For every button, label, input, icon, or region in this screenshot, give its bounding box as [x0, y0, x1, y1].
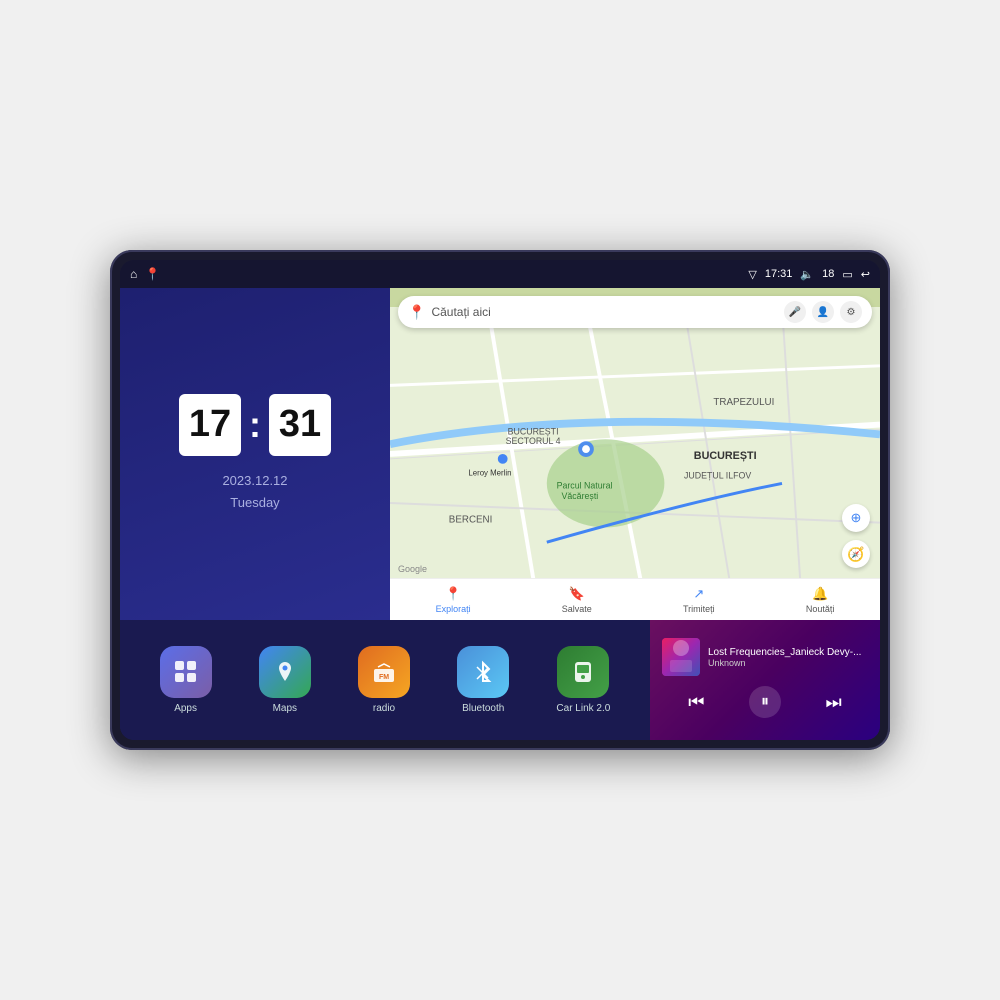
app-item-carlink[interactable]: Car Link 2.0	[556, 646, 610, 714]
top-section: 17 : 31 2023.12.12 Tuesday	[120, 288, 880, 620]
status-left-icons: ⌂ 📍	[130, 267, 160, 281]
maps-status-icon[interactable]: 📍	[145, 267, 160, 281]
clock-display: 17 : 31	[179, 394, 331, 456]
status-right-info: ▽ 17:31 🔈 18 ▭ ↩	[748, 268, 870, 281]
svg-text:BUCUREȘTI: BUCUREȘTI	[694, 450, 757, 462]
send-icon: ↗	[693, 586, 704, 602]
map-nav-explore[interactable]: 📍 Explorați	[436, 586, 471, 614]
clock-minute: 31	[269, 394, 331, 456]
map-bottom-nav: 📍 Explorați 🔖 Salvate ↗ Trimiteți 🔔	[390, 578, 880, 620]
clock-panel: 17 : 31 2023.12.12 Tuesday	[120, 288, 390, 620]
previous-button[interactable]: ⏮	[680, 686, 712, 718]
screen: ⌂ 📍 ▽ 17:31 🔈 18 ▭ ↩ 17 :	[120, 260, 880, 740]
music-panel: Lost Frequencies_Janieck Devy-... Unknow…	[650, 620, 880, 740]
play-pause-button[interactable]: ⏸	[749, 686, 781, 718]
home-icon[interactable]: ⌂	[130, 267, 137, 281]
next-button[interactable]: ⏭	[818, 686, 850, 718]
map-nav-send[interactable]: ↗ Trimiteți	[683, 586, 715, 614]
apps-icon	[160, 646, 212, 698]
svg-text:Leroy Merlin: Leroy Merlin	[468, 469, 511, 478]
volume-icon: 🔈	[800, 268, 814, 281]
saved-label: Salvate	[562, 604, 592, 614]
map-compass[interactable]: 🧭	[842, 540, 870, 568]
app-item-apps[interactable]: Apps	[160, 646, 212, 714]
music-album-art	[662, 638, 700, 676]
explore-icon: 📍	[445, 586, 461, 602]
svg-text:Parcul Natural: Parcul Natural	[557, 480, 613, 490]
radio-label: radio	[373, 703, 395, 714]
music-top: Lost Frequencies_Janieck Devy-... Unknow…	[662, 638, 868, 676]
maps-icon	[259, 646, 311, 698]
bottom-section: Apps Maps	[120, 620, 880, 740]
app-item-maps[interactable]: Maps	[259, 646, 311, 714]
map-search-bar[interactable]: 📍 Căutați aici 🎤 👤 ⚙	[398, 296, 872, 328]
app-item-radio[interactable]: FM radio	[358, 646, 410, 714]
clock-colon: :	[249, 407, 261, 443]
clock-hour: 17	[179, 394, 241, 456]
svg-text:JUDEȚUL ILFOV: JUDEȚUL ILFOV	[684, 471, 751, 481]
bluetooth-icon	[457, 646, 509, 698]
svg-text:SECTORUL 4: SECTORUL 4	[506, 436, 561, 446]
music-info: Lost Frequencies_Janieck Devy-... Unknow…	[708, 647, 868, 668]
svg-text:BUCUREȘTI: BUCUREȘTI	[508, 426, 559, 436]
battery-icon: ▭	[842, 268, 852, 281]
main-content: 17 : 31 2023.12.12 Tuesday	[120, 288, 880, 740]
svg-text:FM: FM	[379, 674, 389, 681]
voice-search-btn[interactable]: 🎤	[784, 301, 806, 323]
device: ⌂ 📍 ▽ 17:31 🔈 18 ▭ ↩ 17 :	[110, 250, 890, 750]
status-bar: ⌂ 📍 ▽ 17:31 🔈 18 ▭ ↩	[120, 260, 880, 288]
google-logo: Google	[398, 564, 427, 574]
account-btn[interactable]: 👤	[812, 301, 834, 323]
map-pin-icon: 📍	[408, 304, 425, 321]
saved-icon: 🔖	[569, 586, 585, 602]
app-item-bluetooth[interactable]: Bluetooth	[457, 646, 509, 714]
map-panel[interactable]: TRAPEZULUI BUCUREȘTI JUDEȚUL ILFOV BERCE…	[390, 288, 880, 620]
explore-label: Explorați	[436, 604, 471, 614]
svg-text:TRAPEZULUI: TRAPEZULUI	[713, 397, 774, 408]
map-nav-news[interactable]: 🔔 Noutăți	[806, 586, 835, 614]
bluetooth-label: Bluetooth	[462, 703, 504, 714]
time-display: 17:31	[765, 268, 793, 280]
send-label: Trimiteți	[683, 604, 715, 614]
apps-label: Apps	[174, 703, 197, 714]
maps-label: Maps	[273, 703, 297, 714]
map-search-text: Căutați aici	[431, 305, 778, 319]
apps-panel: Apps Maps	[120, 620, 650, 740]
clock-date: 2023.12.12 Tuesday	[222, 470, 287, 514]
map-location-button[interactable]: ⊕	[842, 504, 870, 532]
settings-map-btn[interactable]: ⚙	[840, 301, 862, 323]
map-search-icons: 🎤 👤 ⚙	[784, 301, 862, 323]
volume-level: 18	[822, 268, 834, 280]
carlink-icon	[557, 646, 609, 698]
map-background: TRAPEZULUI BUCUREȘTI JUDEȚUL ILFOV BERCE…	[390, 288, 880, 620]
carlink-label: Car Link 2.0	[556, 703, 610, 714]
news-label: Noutăți	[806, 604, 835, 614]
svg-text:BERCENI: BERCENI	[449, 515, 493, 526]
radio-icon: FM	[358, 646, 410, 698]
music-artist: Unknown	[708, 658, 868, 668]
music-controls: ⏮ ⏸ ⏭	[662, 682, 868, 722]
back-button[interactable]: ↩	[861, 268, 870, 281]
svg-text:Văcărești: Văcărești	[562, 491, 599, 501]
map-nav-saved[interactable]: 🔖 Salvate	[562, 586, 592, 614]
news-icon: 🔔	[812, 586, 828, 602]
music-title: Lost Frequencies_Janieck Devy-...	[708, 647, 868, 658]
signal-icon: ▽	[748, 268, 756, 281]
